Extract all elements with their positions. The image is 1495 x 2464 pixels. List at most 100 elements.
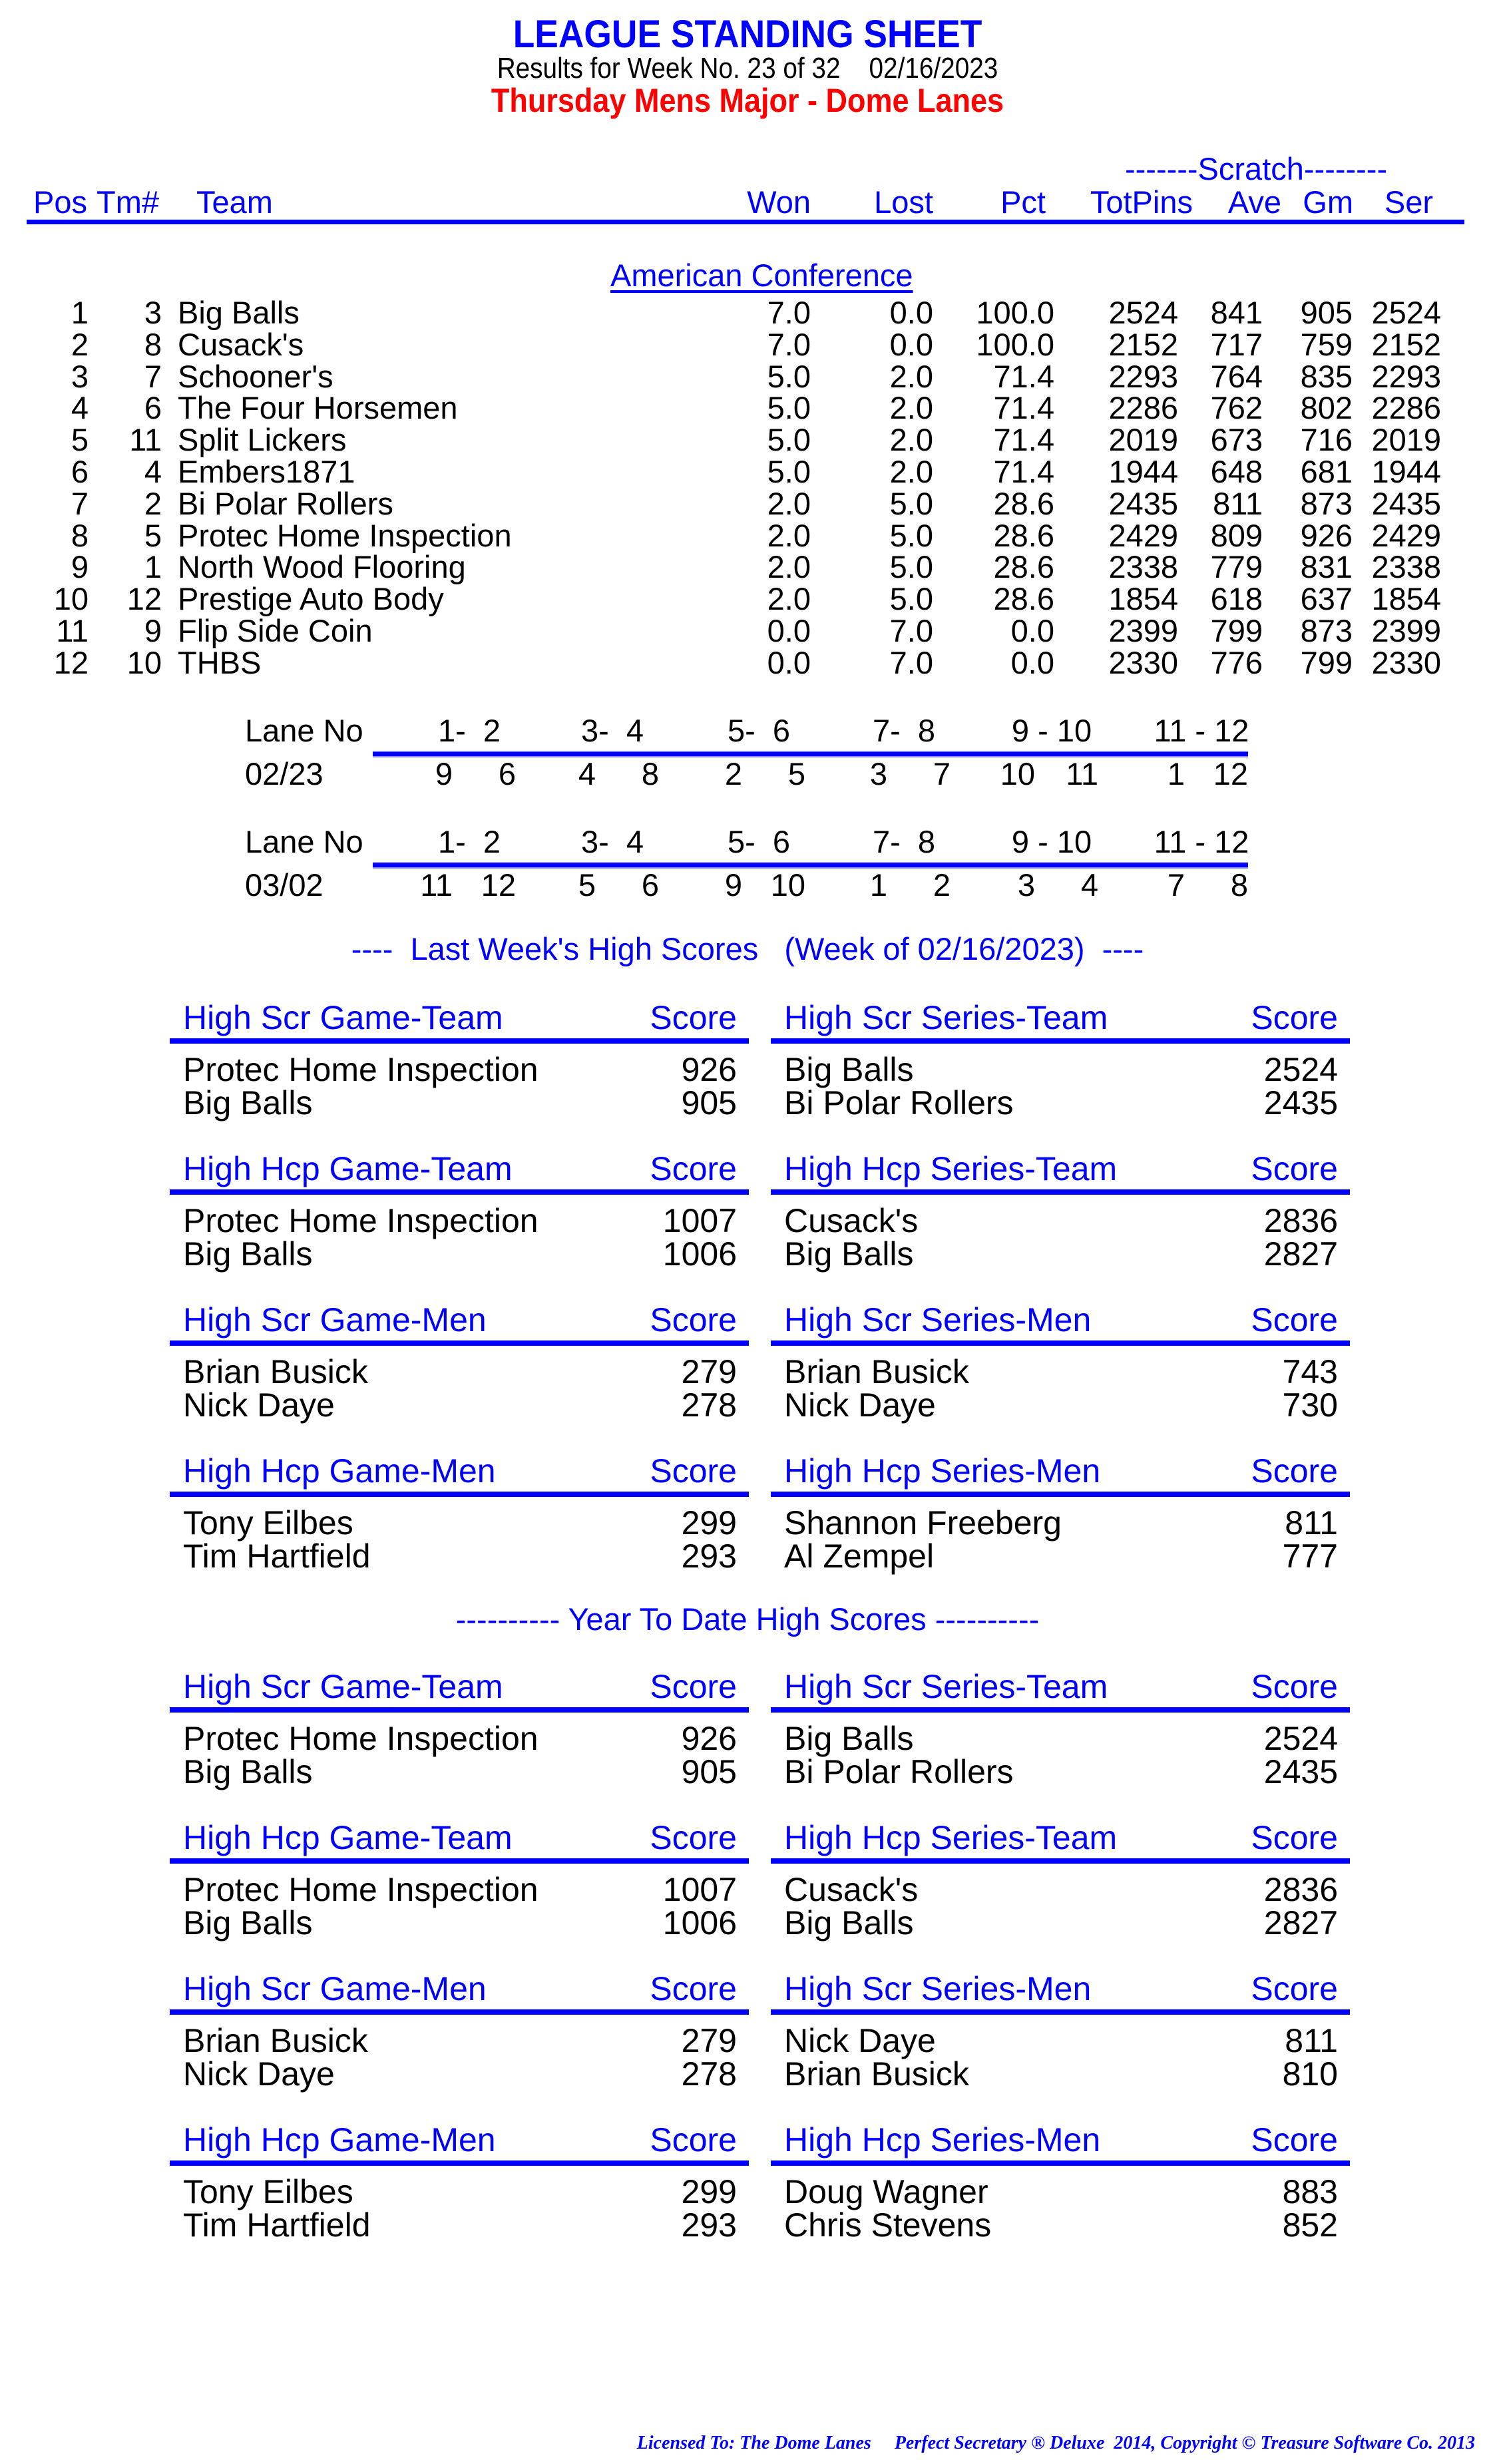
standings-row: 4 6 5.0 2.0 71.4 2286 762 802 2286 The Four Horse…: [0, 389, 1495, 425]
score-block: High Hcp Game-Team Score Protec Home Inspe…: [170, 1818, 749, 1951]
lane-pair-label: 5- 6: [727, 824, 791, 859]
cell-team: Schooner's: [178, 358, 333, 394]
cell-gm: 681: [1300, 454, 1353, 489]
score-row: Bi Polar Rollers 2435: [784, 1752, 1338, 1790]
score-block-rule: [771, 1492, 1350, 1497]
score-column-label: Score: [1251, 1150, 1338, 1187]
cell-lost: 5.0: [889, 549, 933, 585]
score-block-rule: [771, 1858, 1350, 1864]
standings-row: 12 10 0.0 7.0 0.0 2330 776 799 2330 THBS: [0, 644, 1495, 680]
score-block-rule: [170, 2009, 749, 2015]
cell-totpins: 1944: [1108, 454, 1178, 489]
team-number: 4: [1080, 867, 1098, 903]
cell-tm: 10: [126, 644, 162, 680]
sheet-title: LEAGUE STANDING SHEET: [513, 13, 982, 56]
cell-pos: 10: [53, 581, 89, 617]
score-name: Tim Hartfield: [183, 2206, 371, 2244]
score-name: Big Balls: [183, 1904, 313, 1942]
score-block: High Scr Series-Team Score Big Balls 2524 Bi…: [771, 1667, 1350, 1800]
team-number: 8: [1230, 867, 1248, 903]
cell-pos: 3: [71, 358, 89, 394]
cell-lost: 7.0: [889, 613, 933, 648]
score-row: Big Balls 1006: [183, 1235, 737, 1273]
scratch-group-label: -------Scratch--------: [1125, 151, 1388, 186]
cell-pos: 4: [71, 390, 89, 426]
score-row: Cusack's 2836: [784, 1870, 1338, 1908]
cell-lost: 2.0: [889, 390, 933, 426]
score-column-label: Score: [1251, 1819, 1338, 1856]
lane-pair-label: 11 - 12: [1154, 824, 1249, 859]
cell-lost: 2.0: [889, 358, 933, 394]
cell-gm: 873: [1300, 613, 1353, 648]
cell-lost: 0.0: [889, 295, 933, 330]
score-block-title: High Scr Series-Men: [784, 1301, 1092, 1338]
score-block: High Scr Series-Men Score Brian Busick 743 N…: [771, 1301, 1350, 1434]
score-name: Al Zempel: [784, 1538, 935, 1575]
score-block-title: High Scr Series-Team: [784, 1668, 1108, 1705]
score-block-rule: [170, 1189, 749, 1195]
score-block-title: High Hcp Game-Men: [183, 1452, 496, 1490]
score-block: High Hcp Series-Team Score Cusack's 2836 Big…: [771, 1818, 1350, 1951]
score-block-title: High Hcp Series-Men: [784, 2121, 1101, 2158]
cell-ave: 764: [1210, 358, 1263, 394]
cell-lost: 2.0: [889, 454, 933, 489]
score-row: Tim Hartfield 293: [183, 2206, 737, 2244]
score-block: High Scr Game-Team Score Protec Home Inspe…: [170, 1667, 749, 1800]
lane-no-label: Lane No: [245, 824, 363, 859]
lane-pair-label: 7- 8: [872, 713, 936, 748]
lane-date: 02/23: [245, 756, 323, 791]
score-block-title: High Hcp Game-Team: [183, 1150, 513, 1187]
cell-pct: 100.0: [976, 326, 1054, 362]
cell-gm: 716: [1300, 422, 1353, 458]
column-header-ave: Ave: [1227, 184, 1281, 220]
cell-tm: 7: [144, 358, 162, 394]
league-name: Thursday Mens Major - Dome Lanes: [491, 82, 1004, 119]
score-block: High Scr Series-Men Score Nick Daye 811 Bria…: [771, 1969, 1350, 2103]
cell-gm: 926: [1300, 517, 1353, 553]
cell-ser: 2399: [1371, 613, 1441, 648]
cell-totpins: 2338: [1108, 549, 1178, 585]
column-header-totpins: TotPins: [1090, 184, 1193, 220]
cell-won: 2.0: [767, 485, 811, 521]
score-column-label: Score: [650, 1150, 737, 1187]
score-row: Brian Busick 279: [183, 1352, 737, 1390]
score-block-rule: [771, 1340, 1350, 1346]
cell-gm: 905: [1300, 295, 1353, 330]
score-column-label: Score: [650, 999, 737, 1036]
lane-pair-label: 5- 6: [727, 713, 791, 748]
score-row: Big Balls 905: [183, 1084, 737, 1122]
cell-pos: 12: [53, 644, 89, 680]
score-column-label: Score: [650, 1970, 737, 2007]
cell-gm: 831: [1300, 549, 1353, 585]
cell-pos: 6: [71, 454, 89, 489]
score-name: Big Balls: [183, 1084, 313, 1122]
cell-pos: 5: [71, 422, 89, 458]
score-block: High Hcp Series-Men Score Shannon Freeberg…: [771, 1452, 1350, 1585]
standings-row: 11 9 0.0 7.0 0.0 2399 799 873 2399 Flip Side Coin: [0, 612, 1495, 648]
license-footer: Licensed To: The Dome Lanes Perfect Secr…: [636, 2433, 1475, 2453]
cell-won: 5.0: [767, 390, 811, 426]
cell-pct: 100.0: [976, 295, 1054, 330]
team-number: 8: [641, 756, 659, 791]
score-value: 293: [681, 1538, 737, 1575]
score-row: Nick Daye 278: [183, 1386, 737, 1424]
score-row: Big Balls 2524: [784, 1719, 1338, 1757]
score-row: Big Balls 1006: [183, 1904, 737, 1942]
cell-ser: 1854: [1371, 581, 1441, 617]
ytd-title: ---------- Year To Date High Scores ----…: [455, 1601, 1040, 1637]
score-name: Big Balls: [784, 1235, 914, 1273]
column-header-lost: Lost: [874, 184, 933, 220]
column-header-pct: Pct: [1000, 184, 1046, 220]
score-row: Bi Polar Rollers 2435: [784, 1084, 1338, 1122]
cell-pos: 8: [71, 517, 89, 553]
team-number: 12: [1213, 756, 1248, 791]
cell-team: Big Balls: [178, 295, 300, 330]
cell-ser: 2524: [1371, 295, 1441, 330]
cell-team: North Wood Flooring: [178, 549, 466, 585]
score-block-rule: [170, 1038, 749, 1044]
score-block: High Scr Game-Men Score Brian Busick 279 Nic…: [170, 1301, 749, 1434]
cell-gm: 799: [1300, 644, 1353, 680]
cell-team: Flip Side Coin: [178, 613, 373, 648]
cell-totpins: 2286: [1108, 390, 1178, 426]
score-row: Al Zempel 777: [784, 1537, 1338, 1575]
